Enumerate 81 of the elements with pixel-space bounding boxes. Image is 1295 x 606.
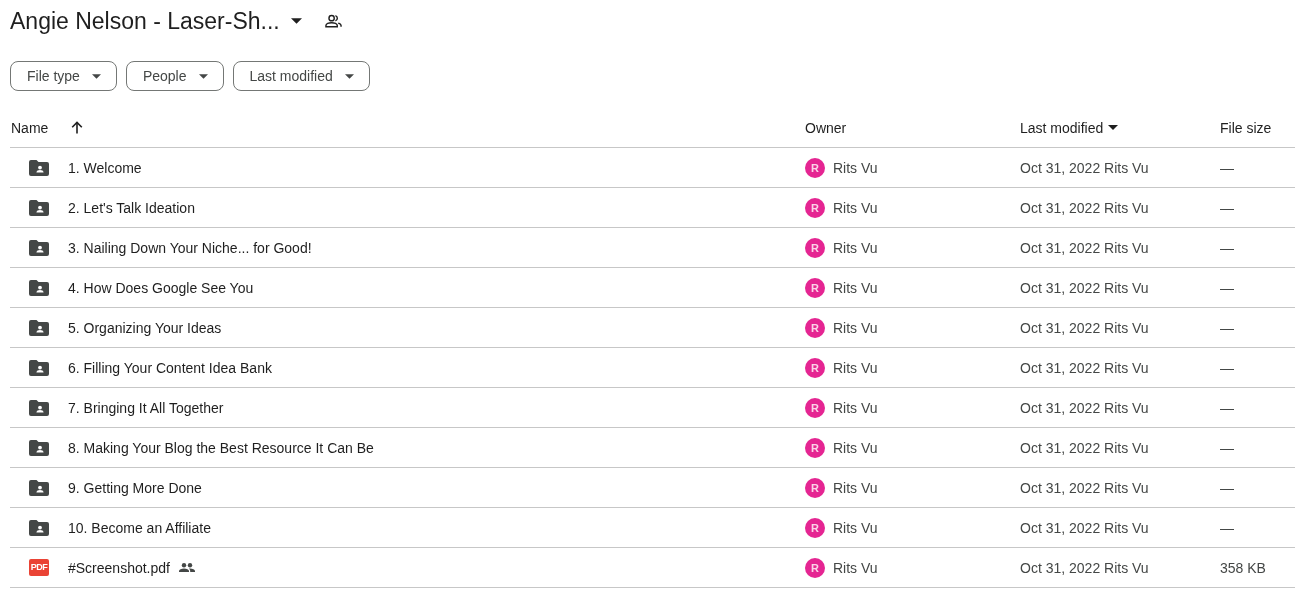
modified-date: Oct 31, 2022 Rits Vu — [1020, 359, 1149, 376]
shared-folder-icon — [29, 439, 49, 456]
file-name[interactable]: 4. How Does Google See You — [68, 279, 254, 296]
file-size: — — [1220, 399, 1234, 416]
filter-chip[interactable]: File type — [10, 61, 117, 91]
filter-chip[interactable]: Last modified — [232, 61, 370, 91]
file-name[interactable]: #Screenshot.pdf — [68, 559, 170, 576]
owner-name: Rits Vu — [833, 359, 878, 376]
caret-icon — [290, 18, 302, 24]
file-name[interactable]: 10. Become an Affiliate — [68, 519, 211, 536]
column-header[interactable]: Name — [11, 119, 49, 136]
owner-avatar: R — [805, 517, 825, 538]
file-size: — — [1220, 519, 1234, 536]
owner-avatar: R — [805, 317, 825, 338]
file-size: — — [1220, 359, 1234, 376]
file-size: — — [1220, 279, 1234, 296]
column-header[interactable]: Last modified — [1020, 119, 1104, 136]
shared-folder-icon — [29, 279, 49, 296]
shared-folder-icon — [29, 199, 49, 216]
modified-date: Oct 31, 2022 Rits Vu — [1020, 199, 1149, 216]
owner-name: Rits Vu — [833, 519, 878, 536]
owner-name: Rits Vu — [833, 159, 878, 176]
owner-name: Rits Vu — [833, 279, 878, 296]
owner-name: Rits Vu — [833, 239, 878, 256]
file-name[interactable]: 9. Getting More Done — [68, 479, 202, 496]
owner-avatar: R — [805, 277, 825, 298]
file-name[interactable]: 6. Filling Your Content Idea Bank — [68, 359, 272, 376]
owner-avatar: R — [805, 397, 825, 418]
modified-date: Oct 31, 2022 Rits Vu — [1020, 239, 1149, 256]
shared-folder-icon — [29, 479, 49, 496]
owner-avatar: R — [805, 477, 825, 498]
modified-date: Oct 31, 2022 Rits Vu — [1020, 519, 1149, 536]
caret-icon — [344, 73, 354, 79]
file-size: — — [1220, 319, 1234, 336]
filter-chip[interactable]: People — [125, 61, 224, 91]
file-name[interactable]: 7. Bringing It All Together — [68, 399, 224, 416]
owner-avatar: R — [805, 237, 825, 258]
owner-avatar: R — [805, 357, 825, 378]
shared-folder-icon — [29, 239, 49, 256]
shared-folder-icon — [29, 399, 49, 416]
modified-date: Oct 31, 2022 Rits Vu — [1020, 159, 1149, 176]
shared-folder-icon — [29, 519, 49, 536]
shared-folder-icon — [29, 359, 49, 376]
modified-date: Oct 31, 2022 Rits Vu — [1020, 479, 1149, 496]
modified-date: Oct 31, 2022 Rits Vu — [1020, 399, 1149, 416]
file-name[interactable]: 5. Organizing Your Ideas — [68, 319, 222, 336]
modified-date: Oct 31, 2022 Rits Vu — [1020, 279, 1149, 296]
file-size: — — [1220, 199, 1234, 216]
owner-avatar: R — [805, 437, 825, 458]
column-header[interactable]: File size — [1220, 119, 1272, 136]
file-name[interactable]: 1. Welcome — [68, 159, 142, 176]
caret-icon — [91, 73, 101, 79]
file-name[interactable]: 3. Nailing Down Your Niche... for Good! — [68, 239, 312, 256]
file-size: — — [1220, 439, 1234, 456]
shared-folder-icon — [29, 159, 49, 176]
owner-name: Rits Vu — [833, 399, 878, 416]
owner-name: Rits Vu — [833, 439, 878, 456]
file-name[interactable]: 2. Let's Talk Ideation — [68, 199, 195, 216]
owner-name: Rits Vu — [833, 479, 878, 496]
modified-date: Oct 31, 2022 Rits Vu — [1020, 439, 1149, 456]
owner-name: Rits Vu — [833, 559, 878, 576]
pdf-file-icon: PDF — [29, 559, 49, 576]
file-size: — — [1220, 479, 1234, 496]
owner-avatar: R — [805, 197, 825, 218]
folder-title-button[interactable]: Angie Nelson - Laser-Sh... — [10, 7, 302, 35]
owner-name: Rits Vu — [833, 319, 878, 336]
owner-name: Rits Vu — [833, 199, 878, 216]
file-size: — — [1220, 159, 1234, 176]
modified-date: Oct 31, 2022 Rits Vu — [1020, 559, 1149, 576]
modified-date: Oct 31, 2022 Rits Vu — [1020, 319, 1149, 336]
file-size: 358 KB — [1220, 559, 1266, 576]
sort-arrow-icon[interactable] — [71, 121, 84, 134]
column-header[interactable]: Owner — [805, 119, 847, 136]
caret-icon — [198, 73, 208, 79]
people-icon[interactable] — [324, 14, 342, 28]
file-size: — — [1220, 239, 1234, 256]
file-name[interactable]: 8. Making Your Blog the Best Resource It Can Be — [68, 439, 374, 456]
owner-avatar: R — [805, 557, 825, 578]
shared-folder-icon — [29, 319, 49, 336]
owner-avatar: R — [805, 157, 825, 178]
caret-icon[interactable] — [1108, 125, 1119, 130]
